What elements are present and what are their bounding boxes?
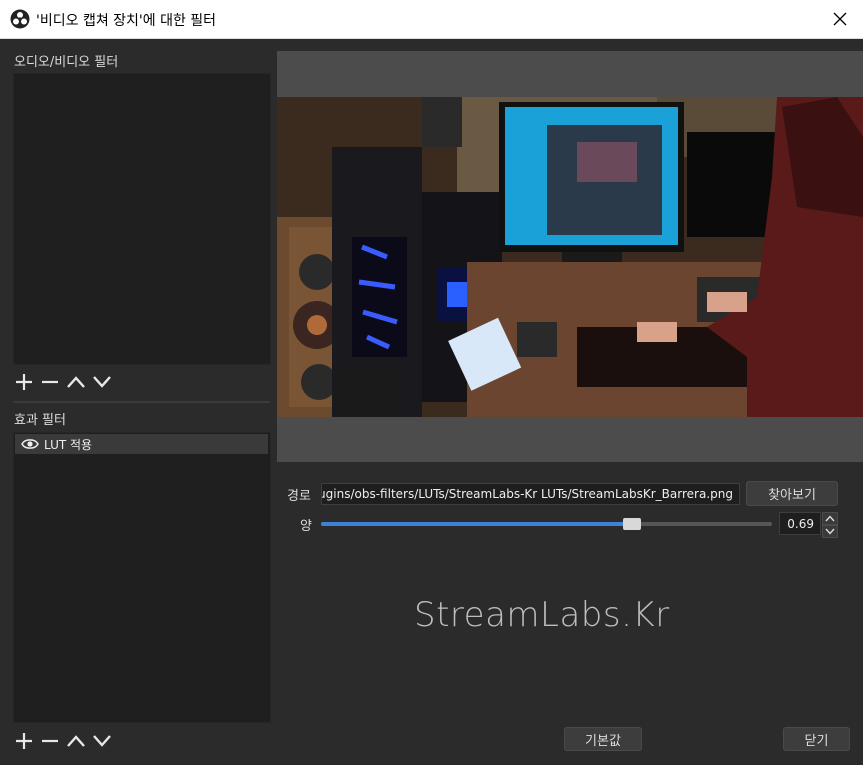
move-audio-filter-down-button[interactable] <box>90 372 114 392</box>
close-window-button[interactable] <box>817 0 863 38</box>
list-item[interactable]: LUT 적용 <box>15 434 268 454</box>
lut-path-value: C:/Program Files/obs-studio/data/obs-plu… <box>322 487 733 501</box>
move-audio-filter-up-button[interactable] <box>64 372 88 392</box>
plus-icon <box>16 733 32 749</box>
chevron-up-icon <box>67 735 85 747</box>
window-title: '비디오 캡쳐 장치'에 대한 필터 <box>36 13 217 29</box>
lut-path-input[interactable]: C:/Program Files/obs-studio/data/obs-plu… <box>321 483 740 505</box>
amount-slider-handle[interactable] <box>623 518 641 530</box>
spin-up-button[interactable] <box>822 512 838 525</box>
dialog-body: 오디오/비디오 필터 효과 필터 LUT 적용 경로 gins/obs-filt… <box>0 39 863 765</box>
amount-spinbox[interactable]: 0.69 <box>779 512 821 535</box>
move-effect-filter-up-button[interactable] <box>64 731 88 751</box>
minus-icon <box>42 380 58 384</box>
filter-name: LUT 적용 <box>44 437 93 452</box>
video-preview-image <box>277 97 863 417</box>
chevron-up-icon <box>67 376 85 388</box>
amount-label: 양 <box>300 519 312 534</box>
chevron-up-icon <box>825 515 835 522</box>
chevron-down-icon <box>93 376 111 388</box>
close-icon <box>833 12 847 26</box>
source-preview <box>277 51 863 462</box>
close-button[interactable]: 닫기 <box>783 727 850 751</box>
move-effect-filter-down-button[interactable] <box>90 731 114 751</box>
eye-icon[interactable] <box>21 437 39 451</box>
audio-video-filter-toolbar <box>12 372 114 392</box>
audio-video-filter-list[interactable] <box>13 73 271 365</box>
panel-splitter[interactable] <box>13 401 270 403</box>
chevron-down-icon <box>93 735 111 747</box>
window-titlebar: '비디오 캡쳐 장치'에 대한 필터 <box>0 0 863 39</box>
add-audio-filter-button[interactable] <box>12 372 36 392</box>
defaults-button[interactable]: 기본값 <box>564 727 642 751</box>
browse-button[interactable]: 찾아보기 <box>746 481 838 506</box>
spin-down-button[interactable] <box>822 525 838 538</box>
remove-audio-filter-button[interactable] <box>38 372 62 392</box>
remove-effect-filter-button[interactable] <box>38 731 62 751</box>
minus-icon <box>42 739 58 743</box>
chevron-down-icon <box>825 528 835 535</box>
audio-video-filters-label: 오디오/비디오 필터 <box>14 55 119 70</box>
amount-slider-fill <box>321 522 632 526</box>
obs-logo-icon <box>10 9 30 29</box>
path-label: 경로 <box>287 489 311 504</box>
watermark-text: StreamLabs.Kr <box>414 595 670 635</box>
effect-filters-label: 효과 필터 <box>14 413 66 428</box>
add-effect-filter-button[interactable] <box>12 731 36 751</box>
amount-spin-buttons <box>822 512 838 538</box>
effect-filter-toolbar <box>12 731 114 751</box>
effect-filter-list[interactable]: LUT 적용 <box>13 432 271 723</box>
amount-slider[interactable] <box>321 518 772 530</box>
plus-icon <box>16 374 32 390</box>
